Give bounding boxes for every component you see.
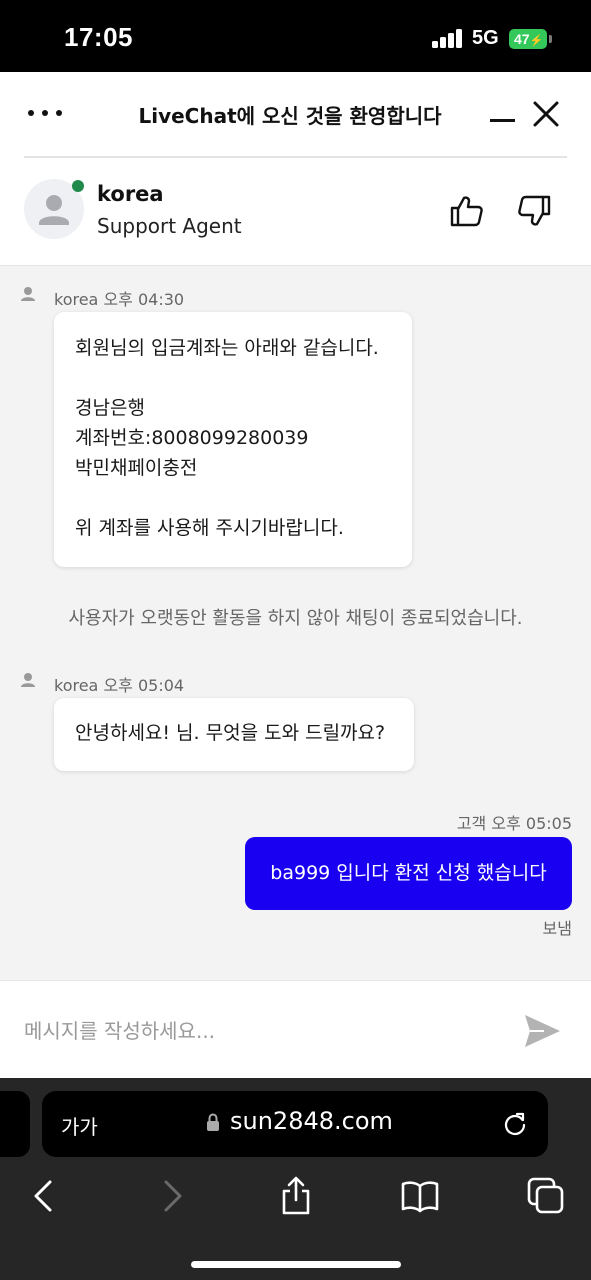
message-meta: korea 오후 05:04 <box>54 672 184 696</box>
online-status-dot <box>72 180 84 192</box>
send-icon[interactable] <box>522 1011 562 1051</box>
message-line: 회원님의 입금계좌는 아래와 같습니다. <box>75 337 379 359</box>
battery-level: 47 <box>514 31 530 47</box>
browser-toolbar: 가가 sun2848.com <box>0 1078 591 1280</box>
message-composer: 메시지를 작성하세요... <box>0 980 591 1078</box>
network-type: 5G <box>472 27 499 49</box>
sender-name: 고객 <box>456 814 487 833</box>
message-meta: korea 오후 04:30 <box>54 286 184 310</box>
message-time: 오후 04:30 <box>103 290 185 309</box>
signal-icon <box>432 28 464 48</box>
thumbs-up-icon[interactable] <box>448 193 484 229</box>
bookmarks-icon[interactable] <box>400 1176 440 1216</box>
lock-icon <box>207 1113 219 1131</box>
url-text[interactable]: sun2848.com <box>230 1107 393 1135</box>
reload-icon[interactable] <box>502 1111 528 1137</box>
agent-message-bubble: 회원님의 입금계좌는 아래와 같습니다. 경남은행 계좌번호:800809928… <box>54 312 412 567</box>
forward-icon[interactable] <box>152 1176 192 1216</box>
user-message-bubble: ba999 입니다 환전 신청 했습니다 <box>245 837 572 910</box>
battery-cap <box>549 35 552 43</box>
message-meta: 고객 오후 05:05 <box>457 810 572 834</box>
message-line: 안녕하세요! 님. 무엇을 도와 드릴까요? <box>75 722 386 744</box>
agent-message-bubble: 안녕하세요! 님. 무엇을 도와 드릴까요? <box>54 698 414 771</box>
person-icon <box>21 673 35 687</box>
thumbs-down-icon[interactable] <box>517 193 553 229</box>
message-status: 보냄 <box>542 919 572 938</box>
agent-role: Support Agent <box>97 214 242 238</box>
back-icon[interactable] <box>24 1176 64 1216</box>
close-icon[interactable] <box>530 98 562 130</box>
previous-tab[interactable] <box>0 1091 30 1157</box>
message-time: 오후 05:05 <box>491 814 572 833</box>
person-icon <box>21 287 35 301</box>
message-input[interactable]: 메시지를 작성하세요... <box>24 1015 215 1044</box>
status-time: 17:05 <box>64 22 133 52</box>
chat-header: LiveChat에 오신 것을 환영합니다 korea Support Agen… <box>0 72 591 266</box>
sender-name: korea <box>54 290 99 309</box>
address-bar[interactable]: 가가 sun2848.com <box>42 1091 548 1157</box>
chat-title: LiveChat에 오신 것을 환영합니다 <box>138 104 442 128</box>
message-line: 박민채페이충전 <box>75 457 198 479</box>
agent-name: korea <box>97 182 164 206</box>
battery-icon: 47⚡ <box>509 29 547 49</box>
message-line <box>75 363 391 393</box>
message-time: 오후 05:04 <box>103 676 185 695</box>
share-icon[interactable] <box>276 1176 316 1216</box>
message-line: 위 계좌를 사용해 주시기바랍니다. <box>75 517 344 539</box>
sender-name: korea <box>54 676 99 695</box>
message-line: 경남은행 <box>75 397 145 419</box>
tabs-icon[interactable] <box>526 1176 566 1216</box>
home-indicator[interactable] <box>191 1261 401 1268</box>
text-size-button[interactable]: 가가 <box>61 1111 98 1140</box>
system-message: 사용자가 오랫동안 활동을 하지 않아 채팅이 종료되었습니다. <box>68 608 523 629</box>
minimize-icon[interactable] <box>490 119 515 122</box>
message-line: 계좌번호:8008099280039 <box>75 427 309 449</box>
header-divider <box>24 156 567 158</box>
status-bar: 17:05 5G 47⚡ <box>0 0 591 72</box>
message-line <box>75 483 391 513</box>
more-options-icon[interactable] <box>28 106 64 118</box>
